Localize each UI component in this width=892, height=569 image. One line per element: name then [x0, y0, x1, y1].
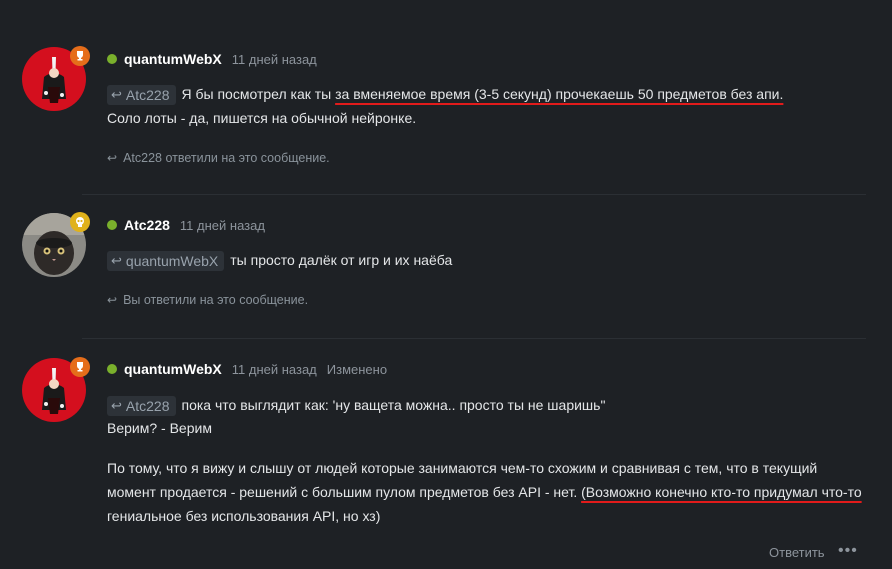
post-time[interactable]: 11 дней назад — [180, 218, 265, 233]
post-paragraph-line-1: По тому, что я вижу и слышу от людей кот… — [107, 460, 818, 476]
post-meta: quantumWebX 11 дней назад Изменено — [107, 359, 387, 379]
post-time[interactable]: 11 дней назад — [232, 362, 317, 377]
divider — [82, 338, 866, 339]
highlighted-text: (Возможно конечно кто-то придумал что-то — [581, 484, 862, 500]
more-options-icon[interactable]: ••• — [838, 542, 858, 560]
post-body-line: ↩ quantumWebX ты просто далёк от игр и их … — [107, 250, 452, 272]
post-time[interactable]: 11 дней назад — [232, 52, 317, 67]
post-paragraph-line-3: гениальное без использования API, но хз) — [107, 508, 381, 524]
online-status-icon — [107, 364, 117, 374]
post-paragraph-line-2: момент продается - решений с большим пул… — [107, 484, 862, 500]
post-body-line-2: Верим? - Верим — [107, 420, 212, 436]
post-body-line: ↩ Atc228 пока что выглядит как: 'ну ващета… — [107, 395, 605, 417]
reply-arrow-icon: ↩ — [111, 87, 122, 103]
divider — [82, 194, 866, 195]
trophy-icon — [70, 46, 90, 66]
post-meta: Atc228 11 дней назад — [107, 215, 265, 235]
reply-button[interactable]: Ответить — [769, 545, 825, 560]
post-body-line-2: Соло лоты - да, пишется на обычной нейро… — [107, 110, 417, 126]
trophy-icon — [70, 357, 90, 377]
quote-mention[interactable]: ↩ Atc228 — [107, 396, 176, 417]
highlighted-text: за вменяемое время (3-5 секунд) прочекае… — [335, 86, 784, 102]
reply-notice[interactable]: ↩ Atc228 ответили на это сообщение. — [107, 151, 330, 165]
reply-notice[interactable]: ↩ Вы ответили на это сообщение. — [107, 293, 308, 307]
quote-mention[interactable]: ↩ quantumWebX — [107, 251, 225, 272]
edited-label[interactable]: Изменено — [327, 362, 387, 377]
author-name[interactable]: Atc228 — [124, 217, 170, 233]
reply-arrow-icon: ↩ — [107, 151, 118, 165]
post-meta: quantumWebX 11 дней назад — [107, 49, 317, 69]
reply-arrow-icon: ↩ — [111, 398, 122, 414]
online-status-icon — [107, 220, 117, 230]
online-status-icon — [107, 54, 117, 64]
reply-arrow-icon: ↩ — [107, 293, 118, 307]
reply-arrow-icon: ↩ — [111, 253, 122, 269]
quote-mention[interactable]: ↩ Atc228 — [107, 85, 176, 106]
author-name[interactable]: quantumWebX — [124, 51, 222, 67]
post-body-line: ↩ Atc228 Я бы посмотрел как ты за вменяемо… — [107, 84, 784, 106]
skull-icon — [70, 212, 90, 232]
author-name[interactable]: quantumWebX — [124, 361, 222, 377]
